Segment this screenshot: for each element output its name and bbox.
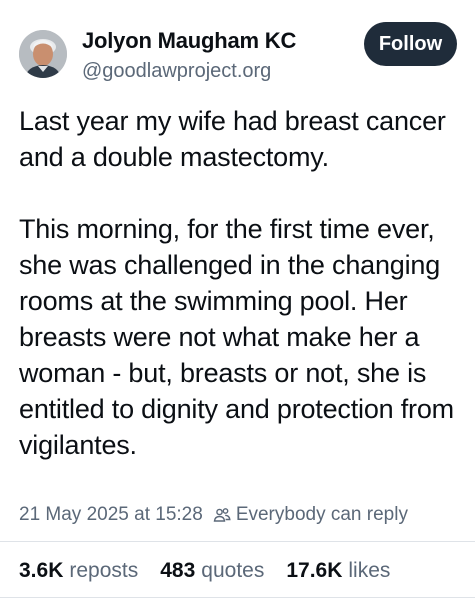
quotes-count: 483 [160,559,196,582]
reposts-count: 3.6K [19,559,64,582]
avatar-photo-icon [19,30,67,78]
divider [0,541,475,542]
follow-button[interactable]: Follow [364,22,457,66]
post-timestamp[interactable]: 21 May 2025 at 15:28 [19,504,203,526]
divider [0,597,475,598]
post-meta: 21 May 2025 at 15:28 Everybody can reply [19,504,408,526]
post-paragraph: This morning, for the first time ever, s… [19,214,454,460]
likes-stat[interactable]: 17.6K likes [286,559,390,583]
people-icon [213,506,231,524]
likes-count: 17.6K [286,559,343,582]
reply-setting: Everybody can reply [235,504,408,525]
post-text: Last year my wife had breast cancer and … [19,103,469,463]
likes-label: likes [348,559,391,582]
reposts-label: reposts [69,559,139,582]
author-name[interactable]: Jolyon Maugham KC [82,28,296,54]
author-handle[interactable]: @goodlawproject.org [82,60,271,83]
quotes-stat[interactable]: 483 quotes [160,559,264,583]
engagement-stats: 3.6K reposts 483 quotes 17.6K likes [19,559,412,583]
post-card: Jolyon Maugham KC @goodlawproject.org Fo… [0,0,475,600]
post-paragraph: Last year my wife had breast cancer and … [19,106,446,172]
quotes-label: quotes [201,559,265,582]
author-avatar[interactable] [19,30,67,78]
reposts-stat[interactable]: 3.6K reposts [19,559,138,583]
